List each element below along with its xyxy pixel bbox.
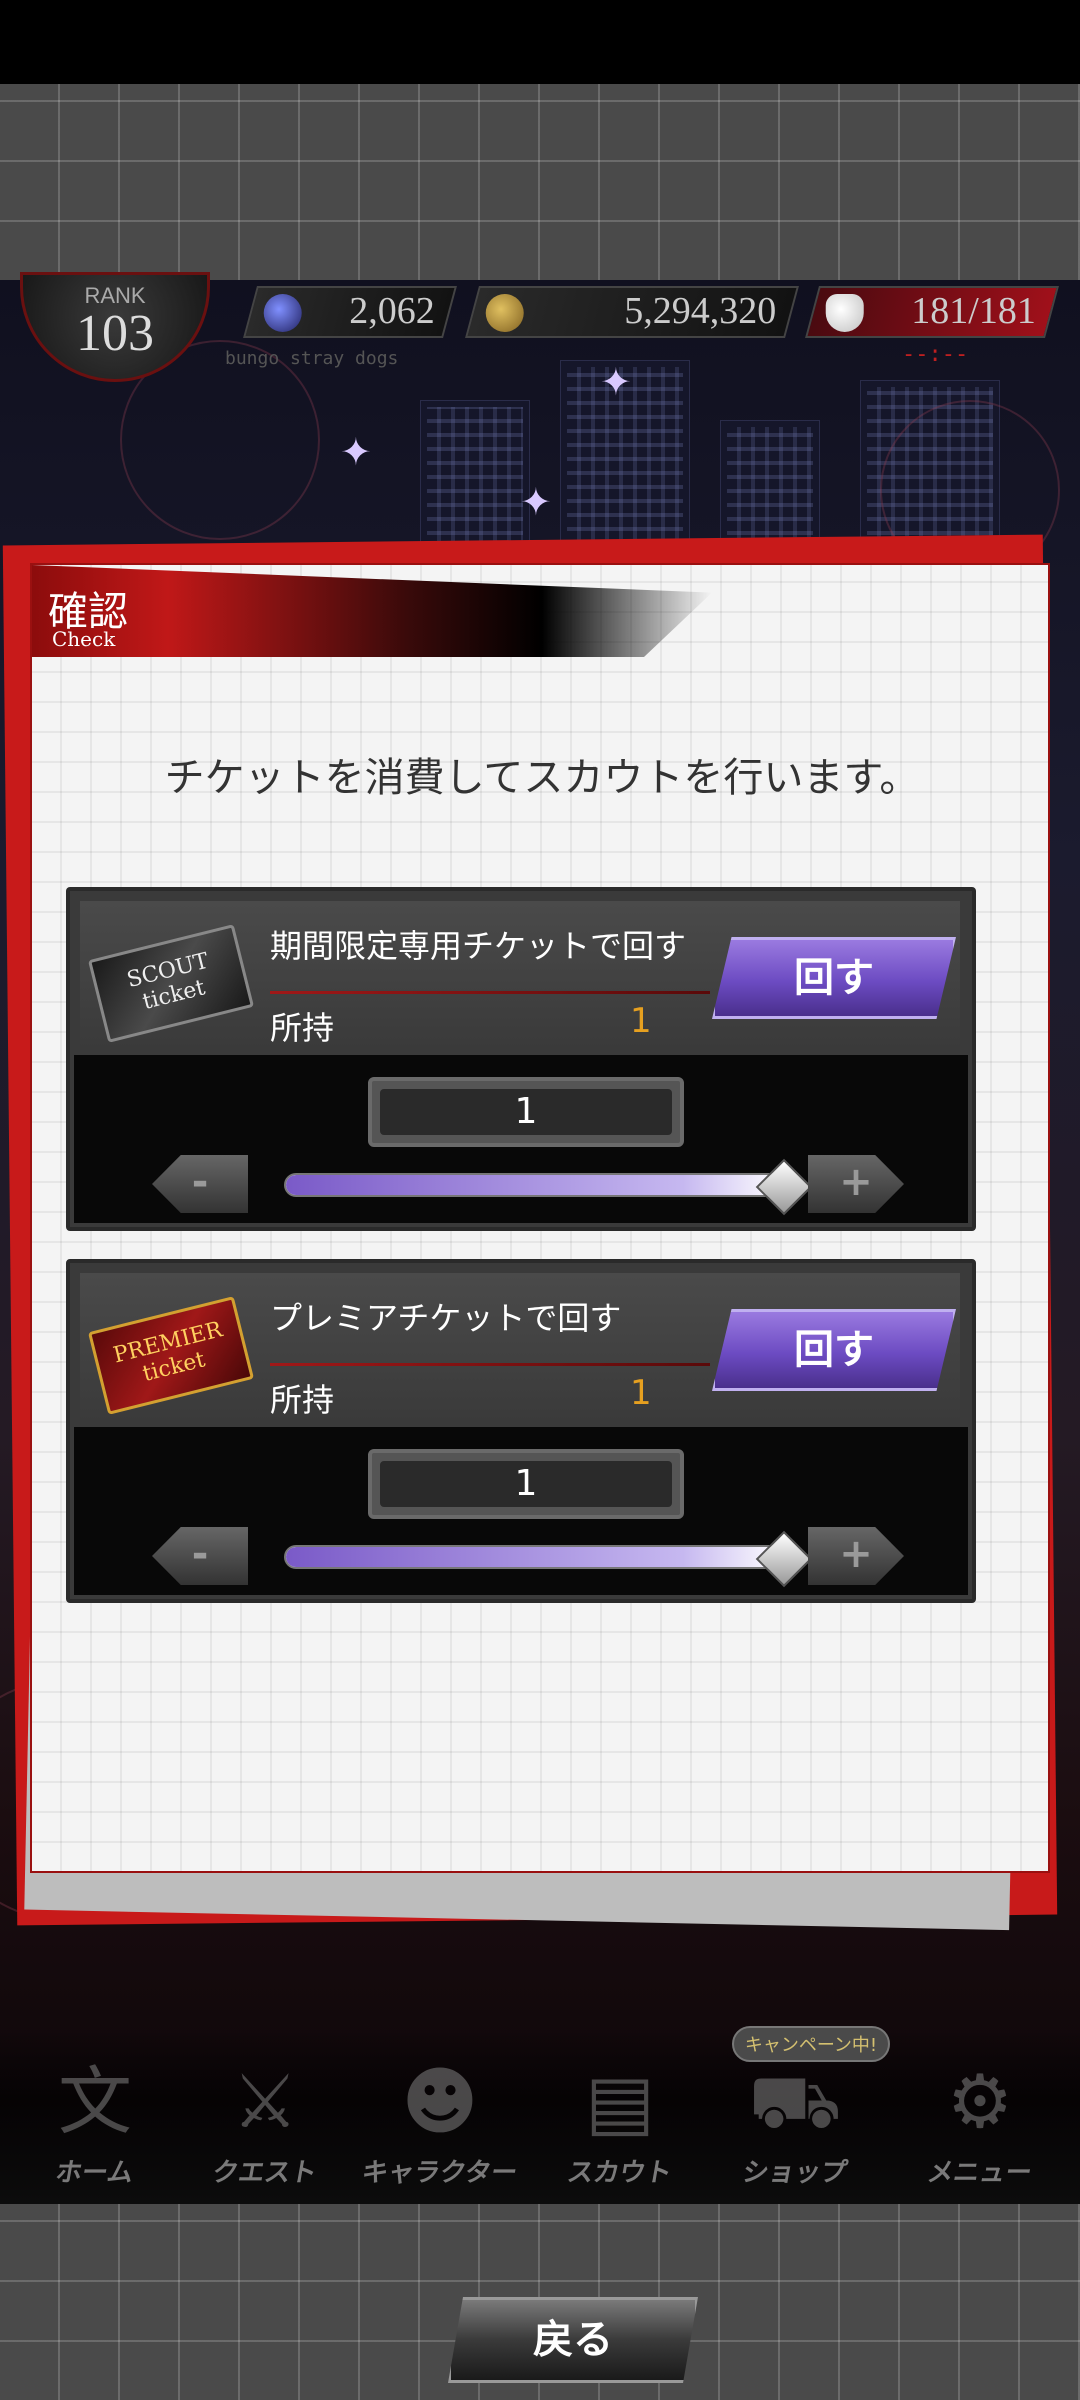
quantity-value: 1 — [380, 1089, 672, 1135]
rank-value: 103 — [76, 305, 154, 362]
nav-shop[interactable]: ⛟ ショップ — [710, 2054, 880, 2200]
decrement-button[interactable]: - — [152, 1527, 248, 1585]
slider-handle[interactable] — [755, 1158, 813, 1216]
slider-handle[interactable] — [755, 1530, 813, 1588]
stamina-value: 181/181 — [911, 290, 1037, 332]
gem-value: 2,062 — [348, 290, 435, 332]
nav-shop-label: ショップ — [739, 2158, 850, 2188]
quantity-slider[interactable] — [284, 1545, 784, 1569]
nav-menu-label: メニュー — [924, 2158, 1035, 2188]
owned-count: 1 — [630, 1373, 652, 1413]
scout-icon: ▤ — [585, 2059, 655, 2145]
owned-count: 1 — [630, 1001, 652, 1041]
ticket-name: 期間限定専用チケットで回す — [270, 927, 687, 965]
premier-ticket-panel: PREMIER ticket プレミアチケットで回す 所持 1 回す 1 - + — [66, 1259, 976, 1603]
spin-button[interactable]: 回す — [712, 1309, 956, 1391]
scout-ticket-panel: SCOUT ticket 期間限定専用チケットで回す 所持 1 回す 1 - + — [66, 887, 976, 1231]
owned-label: 所持 — [270, 1381, 335, 1419]
quantity-field[interactable]: 1 — [368, 1077, 684, 1147]
nav-character[interactable]: ☻ キャラクター — [355, 2054, 525, 2200]
status-bar: RANK 103 2,062 5,294,320 181/181 bungo s… — [0, 272, 1080, 382]
owned-label: 所持 — [270, 1009, 335, 1047]
campaign-badge: キャンペーン中! — [732, 2026, 890, 2062]
nav-scout[interactable]: ▤ スカウト — [535, 2054, 705, 2200]
nav-home-label: ホーム — [53, 2158, 136, 2188]
menu-icon: ⚙ — [946, 2059, 1014, 2145]
nav-quest[interactable]: ⚔ クエスト — [180, 2054, 350, 2200]
quantity-slider[interactable] — [284, 1173, 784, 1197]
nav-scout-label: スカウト — [564, 2158, 675, 2188]
top-grid-band — [0, 84, 1080, 280]
gem-counter[interactable]: 2,062 — [243, 286, 457, 338]
nav-menu[interactable]: ⚙ メニュー — [895, 2054, 1065, 2200]
heart-icon — [825, 294, 864, 332]
character-icon: ☻ — [401, 2059, 479, 2145]
stamina-timer: --:-- — [902, 342, 969, 367]
quantity-value: 1 — [380, 1461, 672, 1507]
game-subtitle: bungo stray dogs — [225, 348, 399, 369]
coin-value: 5,294,320 — [624, 290, 777, 332]
rank-badge: RANK 103 — [20, 272, 210, 382]
confirm-dialog: 確認 Check チケットを消費してスカウトを行います。 SCOUT ticke… — [30, 563, 1050, 2383]
nav-home[interactable]: 文 ホーム — [10, 2054, 180, 2200]
coin-icon — [485, 294, 524, 332]
stamina-counter[interactable]: 181/181 — [805, 286, 1059, 338]
quest-icon: ⚔ — [231, 2059, 299, 2145]
gem-icon — [263, 294, 302, 332]
dialog-header — [32, 565, 712, 657]
home-icon: 文 — [58, 2059, 132, 2145]
quantity-field[interactable]: 1 — [368, 1449, 684, 1519]
nav-quest-label: クエスト — [209, 2158, 320, 2188]
shop-icon: ⛟ — [748, 2059, 842, 2145]
back-button[interactable]: 戻る — [448, 2297, 698, 2383]
dialog-message: チケットを消費してスカウトを行います。 — [164, 755, 920, 801]
nav-character-label: キャラクター — [359, 2158, 520, 2188]
dialog-subtitle: Check — [52, 627, 116, 651]
increment-button[interactable]: + — [808, 1527, 904, 1585]
spin-button[interactable]: 回す — [712, 937, 956, 1019]
coin-counter[interactable]: 5,294,320 — [465, 286, 799, 338]
decrement-button[interactable]: - — [152, 1155, 248, 1213]
ticket-name: プレミアチケットで回す — [270, 1299, 622, 1337]
increment-button[interactable]: + — [808, 1155, 904, 1213]
